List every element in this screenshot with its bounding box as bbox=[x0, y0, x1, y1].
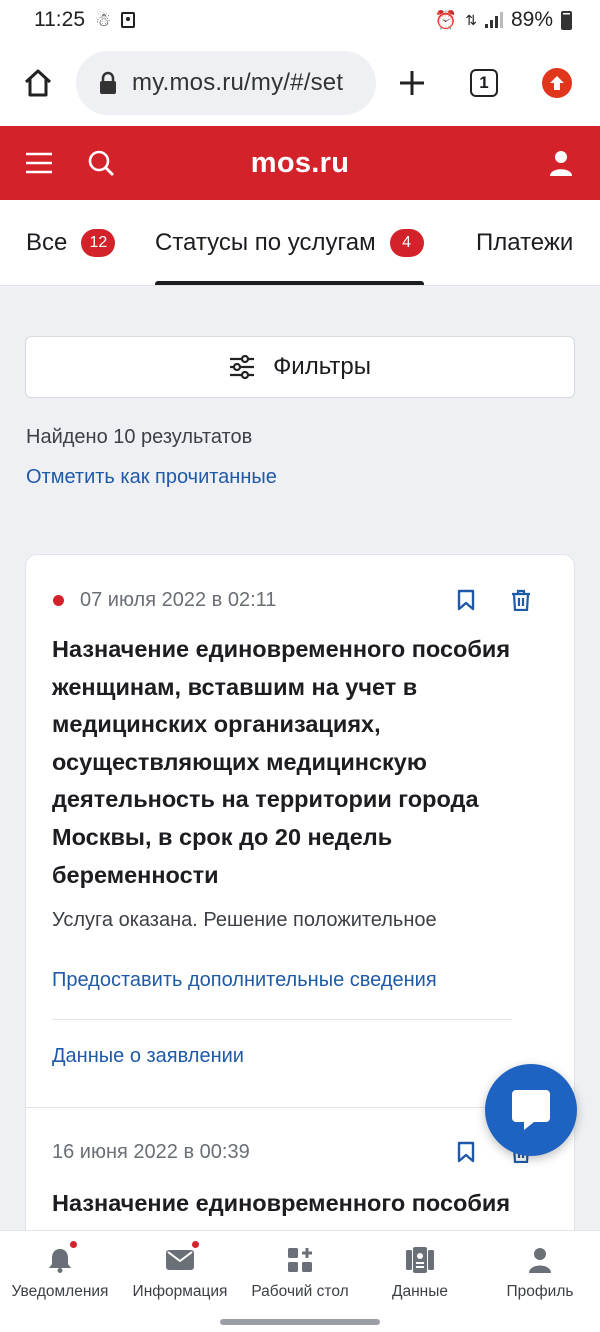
nav-label: Информация bbox=[132, 1283, 228, 1300]
applications-list: 07 июля 2022 в 02:11 Назначение единовре… bbox=[25, 554, 575, 1254]
trash-icon bbox=[512, 589, 530, 611]
item-date: 07 июля 2022 в 02:11 bbox=[80, 589, 277, 611]
bottom-navigation: Уведомления Информация Рабочий стол Данн… bbox=[0, 1230, 600, 1312]
item-date: 16 июня 2022 в 00:39 bbox=[52, 1141, 250, 1163]
unread-dot bbox=[191, 1240, 200, 1249]
tab-service-statuses[interactable]: Статусы по услугам 4 bbox=[155, 200, 424, 285]
nav-label: Профиль bbox=[506, 1283, 574, 1300]
filters-label: Фильтры bbox=[273, 353, 371, 380]
item-status: Услуга оказана. Решение положительное bbox=[52, 909, 437, 931]
lock-icon bbox=[100, 71, 116, 94]
account-button[interactable] bbox=[524, 126, 598, 200]
nav-data[interactable]: Данные bbox=[360, 1231, 480, 1312]
status-bar: 11:25 ☃ ⏰ ⇅ 89% bbox=[0, 0, 600, 40]
new-tab-button[interactable] bbox=[398, 69, 426, 97]
unread-dot bbox=[69, 1240, 78, 1249]
home-icon bbox=[24, 69, 52, 97]
application-details-link[interactable]: Данные о заявлении bbox=[52, 1045, 244, 1068]
results-count: Найдено 10 результатов bbox=[26, 426, 253, 448]
home-button[interactable] bbox=[0, 40, 76, 126]
nav-label: Уведомления bbox=[11, 1283, 109, 1300]
tab-count: 1 bbox=[479, 73, 489, 92]
profile-icon bbox=[529, 1248, 551, 1273]
item-title[interactable]: Назначение единовременного пособия bbox=[52, 1185, 552, 1223]
mail-icon bbox=[166, 1250, 194, 1270]
nav-notifications[interactable]: Уведомления bbox=[0, 1231, 120, 1312]
nav-profile[interactable]: Профиль bbox=[480, 1231, 600, 1312]
mark-as-read-link[interactable]: Отметить как прочитанные bbox=[26, 466, 277, 489]
bell-icon bbox=[49, 1249, 71, 1273]
nav-label: Данные bbox=[392, 1283, 448, 1300]
alarm-icon: ⏰ bbox=[434, 10, 458, 30]
tab-all[interactable]: Все 12 bbox=[26, 200, 116, 285]
tab-label: Статусы по услугам bbox=[155, 229, 376, 256]
search-button[interactable] bbox=[64, 126, 138, 200]
tab-badge: 12 bbox=[81, 229, 116, 257]
delete-button[interactable] bbox=[508, 587, 534, 613]
hamburger-icon bbox=[26, 152, 52, 174]
browser-update-button[interactable] bbox=[542, 68, 572, 98]
status-time: 11:25 bbox=[34, 8, 85, 31]
tab-label: Все bbox=[26, 229, 68, 256]
signal-icon bbox=[484, 12, 503, 28]
dashboard-icon bbox=[288, 1248, 312, 1272]
bookmark-button[interactable] bbox=[453, 1139, 479, 1165]
battery-icon bbox=[561, 10, 572, 30]
documents-icon bbox=[406, 1247, 434, 1273]
chat-bubble-icon bbox=[512, 1090, 550, 1130]
tab-payments[interactable]: Платежи bbox=[476, 200, 574, 285]
address-bar[interactable]: my.mos.ru/my/#/set bbox=[76, 51, 376, 115]
search-icon bbox=[88, 150, 114, 176]
user-icon bbox=[550, 151, 572, 176]
unread-indicator bbox=[53, 595, 64, 606]
nav-information[interactable]: Информация bbox=[120, 1231, 240, 1312]
provide-additional-info-link[interactable]: Предоставить дополнительные сведения bbox=[52, 969, 437, 992]
filters-button[interactable]: Фильтры bbox=[25, 336, 575, 398]
tab-switcher-button[interactable]: 1 bbox=[470, 69, 498, 97]
tab-badge: 4 bbox=[389, 229, 424, 257]
bookmark-icon bbox=[457, 1141, 475, 1163]
url-text: my.mos.ru/my/#/set bbox=[132, 69, 344, 96]
item-title[interactable]: Назначение единовременного пособия женщи… bbox=[52, 631, 552, 894]
bookmark-button[interactable] bbox=[453, 587, 479, 613]
browser-toolbar: my.mos.ru/my/#/set 1 bbox=[0, 40, 600, 126]
gesture-handle[interactable] bbox=[220, 1319, 380, 1325]
site-header: mos.ru bbox=[0, 126, 600, 200]
screenshot-icon bbox=[121, 12, 136, 28]
nav-dashboard[interactable]: Рабочий стол bbox=[240, 1231, 360, 1312]
notification-app-icon: ☃ bbox=[95, 10, 112, 30]
chat-button[interactable] bbox=[485, 1064, 577, 1156]
filter-sliders-icon bbox=[230, 355, 255, 379]
battery-percent: 89% bbox=[510, 8, 553, 31]
tab-label: Платежи bbox=[476, 229, 574, 256]
section-tabs: Все 12 Статусы по услугам 4 Платежи bbox=[0, 200, 600, 286]
nav-label: Рабочий стол bbox=[251, 1283, 349, 1300]
divider bbox=[52, 1019, 512, 1020]
data-transfer-icon: ⇅ bbox=[465, 12, 477, 28]
arrow-up-icon bbox=[550, 76, 564, 90]
bookmark-icon bbox=[457, 589, 475, 611]
